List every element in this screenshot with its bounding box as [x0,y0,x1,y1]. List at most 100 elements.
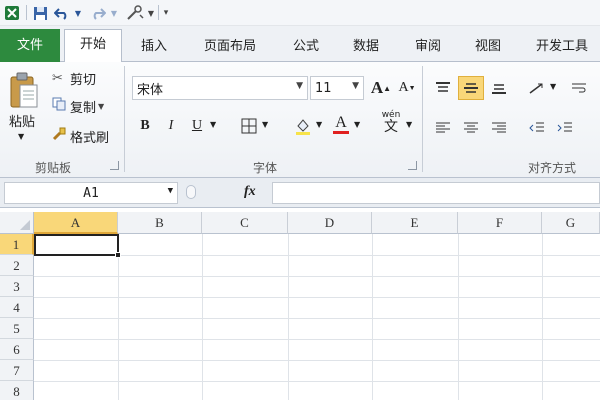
tab-data[interactable]: 数据 [340,32,392,62]
redo-icon[interactable] [88,3,108,23]
phonetic-dropdown-icon[interactable]: ▼ [406,120,412,129]
column-header-f[interactable]: F [458,212,542,234]
copy-dropdown-icon[interactable]: ▼ [98,102,104,111]
orientation-icon[interactable] [524,76,550,100]
paintbrush-icon [52,127,70,145]
underline-button[interactable]: U [184,114,210,138]
tab-home[interactable]: 开始 [64,29,122,63]
tab-insert[interactable]: 插入 [128,32,180,62]
font-group-label: 字体 [252,161,277,175]
row-header-8[interactable]: 8 [0,381,34,400]
column-header-b[interactable]: B [118,212,202,234]
worksheet-grid: A B C D E F G 1 2 3 4 5 6 7 8 [0,208,600,400]
gridline-col [288,234,289,400]
shrink-font-icon[interactable]: A ▼ [394,76,420,100]
fill-handle[interactable] [115,252,121,258]
paste-dropdown-icon[interactable]: ▼ [18,132,24,141]
cut-button[interactable]: ✂ 剪切 [52,68,96,88]
excel-logo-icon [2,3,22,23]
tab-page-layout[interactable]: 页面布局 [190,32,270,62]
align-top-icon[interactable] [430,76,456,100]
fx-label: fx [244,184,256,199]
column-header-g[interactable]: G [542,212,600,234]
phonetic-char-icon: 文 [384,119,398,135]
cut-label: 剪切 [70,72,97,88]
formula-input[interactable] [272,182,600,204]
scissors-icon: ✂ [52,70,63,86]
font-size-value: 11 [315,80,332,96]
font-size-combo[interactable]: 11 ▼ [310,76,364,100]
underline-dropdown-icon[interactable]: ▼ [210,120,216,129]
quick-access-toolbar: ▼ ▼ ▼ ▾ [0,0,600,26]
tab-formulas[interactable]: 公式 [280,32,332,62]
phonetic-guide-button[interactable]: wén 文 [376,110,406,134]
increase-indent-icon[interactable] [552,116,578,140]
tab-developer[interactable]: 开发工具 [524,32,600,62]
italic-button[interactable]: I [158,114,184,138]
row-header-1[interactable]: 1 [0,234,34,255]
borders-dropdown-icon[interactable]: ▼ [262,120,268,129]
row-header-5[interactable]: 5 [0,318,34,339]
redo-dropdown-icon[interactable]: ▼ [109,3,119,23]
column-header-c[interactable]: C [202,212,288,234]
customize-icon[interactable] [124,3,146,23]
column-header-d[interactable]: D [288,212,372,234]
format-painter-label: 格式刷 [70,130,110,146]
font-name-dropdown-icon[interactable]: ▼ [296,81,303,91]
formula-bar: A1 ▼ fx [0,178,600,208]
row-header-2[interactable]: 2 [0,255,34,276]
paste-label[interactable]: 粘贴 [4,110,40,130]
qat-separator-2 [158,5,159,20]
gridline-col [202,234,203,400]
qat-menu-icon[interactable]: ▾ [160,3,172,23]
row-header-6[interactable]: 6 [0,339,34,360]
fill-color-icon[interactable] [290,114,316,138]
group-separator-1 [124,66,125,172]
font-color-dropdown-icon[interactable]: ▼ [354,120,360,129]
clipboard-group-label: 剪贴板 [34,161,71,175]
align-center-icon[interactable] [458,116,484,140]
borders-icon[interactable] [236,114,262,138]
formula-bar-resize-icon[interactable] [186,185,196,199]
tab-review[interactable]: 审阅 [402,32,454,62]
align-bottom-icon[interactable] [486,76,512,100]
fx-icon[interactable]: fx [244,184,256,200]
wrap-text-icon[interactable] [566,76,592,100]
font-color-button[interactable]: A [328,112,354,136]
customize-dropdown-icon[interactable]: ▼ [146,3,156,23]
name-box-dropdown-icon[interactable]: ▼ [168,186,173,196]
paste-icon[interactable] [4,66,44,116]
align-middle-icon[interactable] [458,76,484,100]
row-header-4[interactable]: 4 [0,297,34,318]
grow-font-icon[interactable]: A ▲ [368,76,394,100]
row-header-3[interactable]: 3 [0,276,34,297]
align-left-icon[interactable] [430,116,456,140]
format-painter-button[interactable]: 格式刷 [52,126,109,146]
undo-dropdown-icon[interactable]: ▼ [73,3,83,23]
column-header-e[interactable]: E [372,212,458,234]
font-size-dropdown-icon[interactable]: ▼ [352,81,359,91]
gridline-col [372,234,373,400]
font-dialog-launcher-icon[interactable] [408,161,417,170]
undo-icon[interactable] [52,3,72,23]
save-icon[interactable] [30,3,50,23]
selected-cell-a1[interactable] [34,234,119,256]
decrease-indent-icon[interactable] [524,116,550,140]
clipboard-dialog-launcher-icon[interactable] [110,161,119,170]
select-all-corner[interactable] [0,212,34,234]
align-right-icon[interactable] [486,116,512,140]
font-name-combo[interactable]: 宋体 ▼ [132,76,308,100]
font-color-letter: A [335,113,347,131]
tab-view[interactable]: 视图 [462,32,514,62]
copy-icon [52,97,70,115]
ribbon-tabs: 文件 开始 插入 页面布局 公式 数据 审阅 视图 开发工具 [0,26,600,63]
copy-button[interactable]: 复制 ▼ [52,96,104,116]
fill-color-dropdown-icon[interactable]: ▼ [316,120,322,129]
row-header-7[interactable]: 7 [0,360,34,381]
column-header-a[interactable]: A [34,212,118,234]
bold-button[interactable]: B [132,114,158,138]
name-box[interactable]: A1 ▼ [4,182,178,204]
gridline-col [458,234,459,400]
tab-file[interactable]: 文件 [0,29,60,62]
orientation-dropdown-icon[interactable]: ▼ [550,82,556,91]
